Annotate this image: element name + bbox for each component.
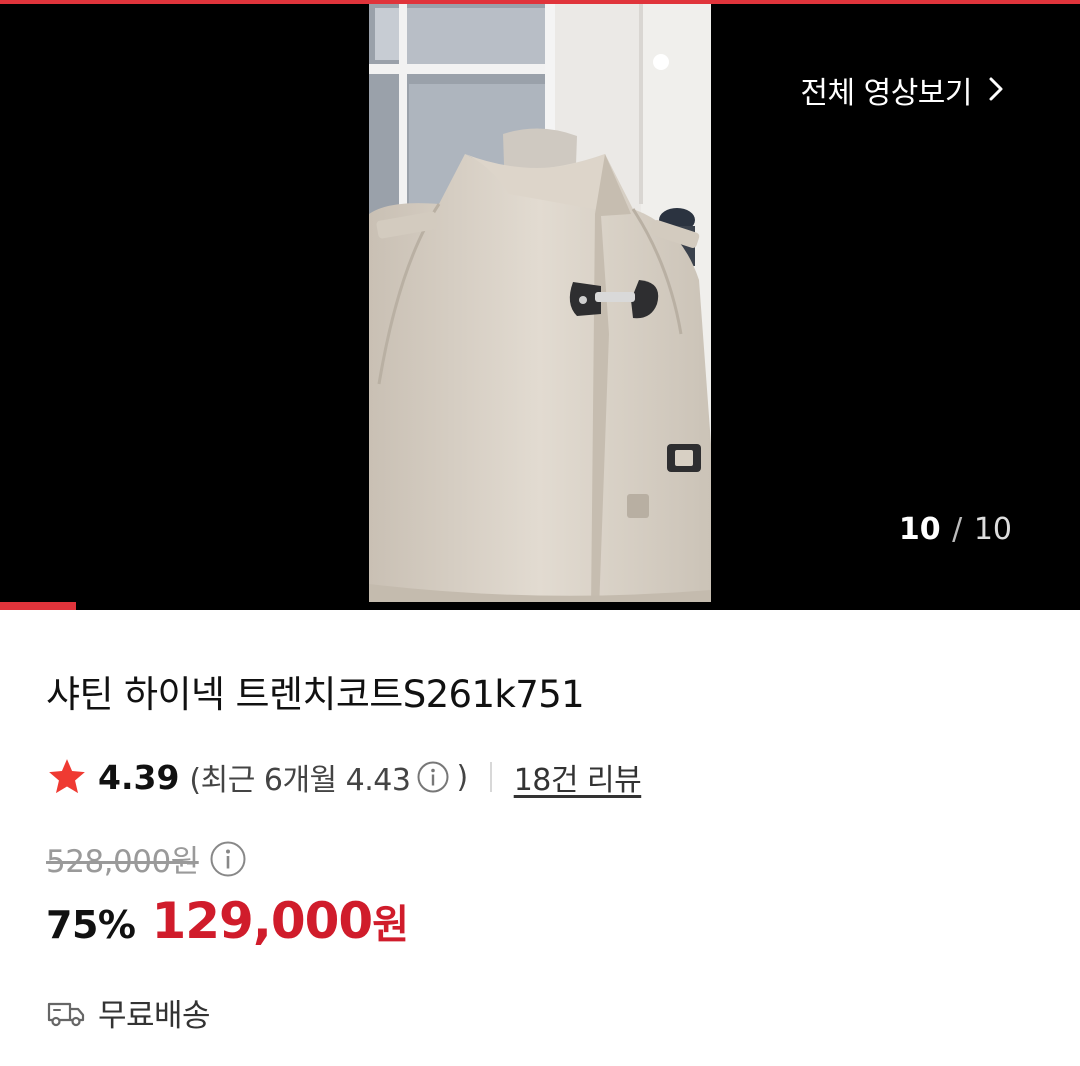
original-price: 528,000원 xyxy=(46,844,199,880)
slide-counter-separator: / xyxy=(952,512,963,547)
rating-value: 4.39 xyxy=(98,757,180,797)
shipping-label: 무료배송 xyxy=(98,998,211,1034)
truck-icon xyxy=(47,1002,85,1026)
product-title: 샤틴 하이넥 트렌치코트S261k751 xyxy=(46,673,585,716)
recent-rating-text: (최근 6개월 4.43 xyxy=(189,763,411,798)
rating-row: 4.39 (최근 6개월 4.43 ) 18건 리뷰 xyxy=(46,752,642,802)
sale-price-row: 75% 129,000 원 xyxy=(46,892,409,950)
info-icon[interactable] xyxy=(416,760,450,794)
slide-counter-current: 10 xyxy=(898,512,941,547)
chevron-right-icon[interactable] xyxy=(986,74,1006,104)
sale-price: 129,000 xyxy=(151,892,373,950)
slide-counter: 10 / 10 xyxy=(899,512,1012,547)
product-photo[interactable] xyxy=(369,4,711,610)
media-viewer[interactable]: 전체 영상보기 10 / 10 xyxy=(0,4,1080,610)
sale-currency: 원 xyxy=(372,902,410,948)
slide-counter-total: 10 xyxy=(973,512,1012,547)
divider xyxy=(489,762,492,792)
star-icon xyxy=(49,759,85,794)
slide-progress-track xyxy=(0,602,1080,610)
discount-rate: 75% xyxy=(46,903,136,947)
info-icon[interactable] xyxy=(209,840,247,878)
original-price-row: 528,000원 xyxy=(46,836,247,881)
shipping-row: 무료배송 xyxy=(46,990,211,1035)
recent-rating: (최근 6개월 4.43 ) xyxy=(189,755,468,799)
full-video-label: 전체 영상보기 xyxy=(800,76,972,111)
slide-progress-fill xyxy=(0,602,76,610)
full-video-link[interactable]: 전체 영상보기 xyxy=(800,68,1008,112)
review-count-link[interactable]: 18건 리뷰 xyxy=(514,755,642,799)
recent-rating-close: ) xyxy=(456,759,468,795)
